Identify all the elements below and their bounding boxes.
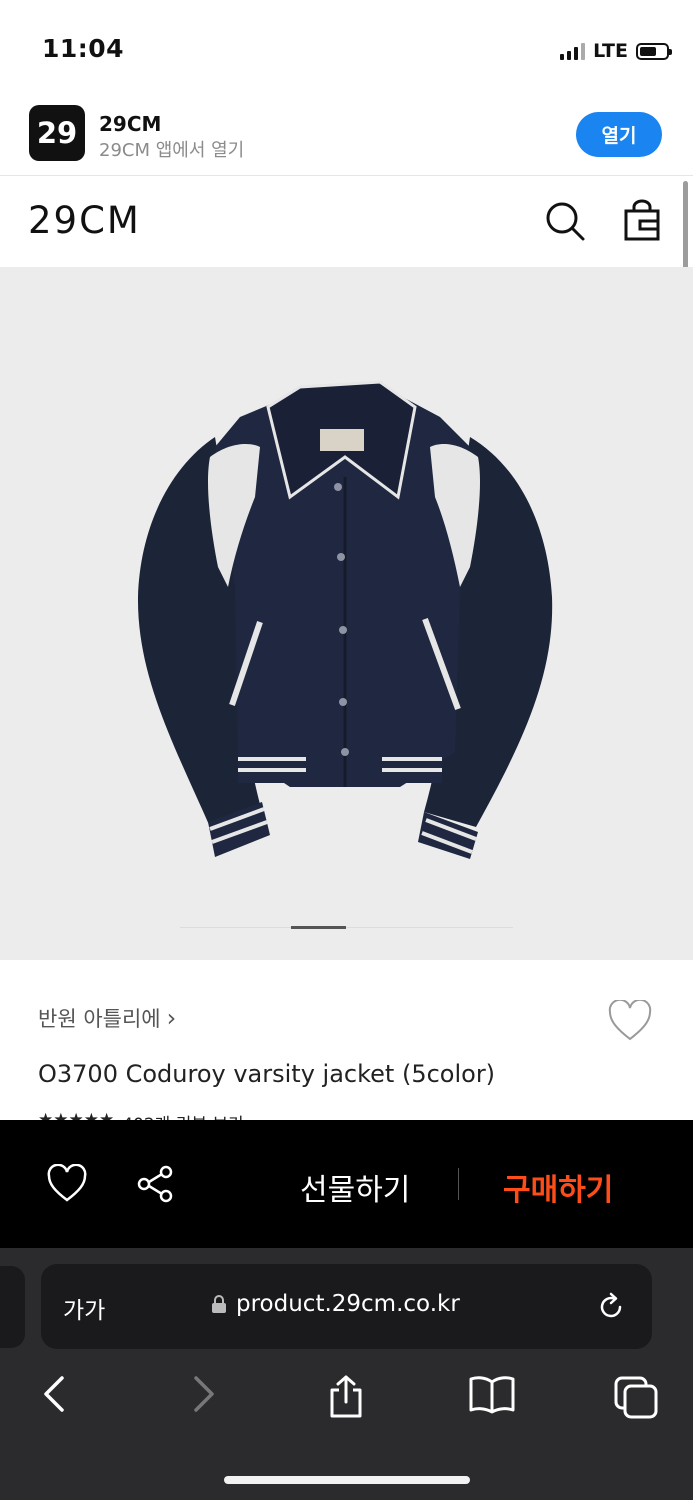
- status-time: 11:04: [42, 34, 125, 63]
- share-icon[interactable]: [136, 1164, 176, 1204]
- url-display[interactable]: product.29cm.co.kr: [211, 1291, 460, 1317]
- product-photo: [137, 380, 553, 859]
- home-indicator[interactable]: [224, 1476, 470, 1484]
- open-app-button[interactable]: 열기: [576, 112, 662, 157]
- heart-icon[interactable]: [607, 1000, 653, 1042]
- brand-name: 반원 아틀리에: [38, 1007, 161, 1031]
- chevron-right-icon: ›: [166, 1004, 177, 1032]
- rating-stars: ★★★★★: [38, 1110, 115, 1120]
- network-label: LTE: [593, 40, 628, 62]
- forward-icon[interactable]: [186, 1374, 220, 1414]
- review-count: 402개 리뷰 보기: [122, 1110, 243, 1120]
- share-icon[interactable]: [326, 1374, 366, 1420]
- browser-nav-row: [0, 1374, 693, 1424]
- brand-link[interactable]: 반원 아틀리에 ›: [38, 1003, 176, 1033]
- battery-icon: [636, 42, 672, 60]
- divider: [458, 1168, 459, 1200]
- site-logo[interactable]: 29CM: [28, 199, 141, 242]
- shopping-bag-icon[interactable]: [620, 199, 664, 243]
- heart-icon[interactable]: [46, 1164, 88, 1204]
- reload-icon[interactable]: [594, 1290, 628, 1324]
- url-text: product.29cm.co.kr: [236, 1291, 460, 1317]
- back-icon[interactable]: [38, 1374, 72, 1414]
- signal-icon: [560, 42, 586, 60]
- buy-button[interactable]: 구매하기: [503, 1165, 613, 1209]
- carousel-indicator: [180, 926, 513, 930]
- status-indicators: LTE: [560, 40, 672, 62]
- app-logo: 29: [29, 105, 85, 161]
- product-info: 반원 아틀리에 › O3700 Coduroy varsity jacket (…: [0, 960, 693, 1120]
- product-image-carousel[interactable]: [0, 267, 693, 960]
- gift-button[interactable]: 선물하기: [300, 1165, 410, 1209]
- bookmarks-icon[interactable]: [467, 1374, 517, 1414]
- lock-icon: [212, 1295, 226, 1313]
- purchase-action-bar: 선물하기 구매하기: [0, 1120, 693, 1248]
- product-title: O3700 Coduroy varsity jacket (5color): [38, 1060, 496, 1088]
- rating-summary[interactable]: ★★★★★ 402개 리뷰 보기: [38, 1110, 244, 1120]
- app-install-banner: 29 29CM 29CM 앱에서 열기 열기: [0, 100, 693, 176]
- app-banner-subtitle: 29CM 앱에서 열기: [99, 140, 245, 161]
- browser-toolbar: 가가 product.29cm.co.kr: [0, 1248, 693, 1500]
- status-bar: 11:04 LTE: [0, 0, 693, 100]
- tabs-icon[interactable]: [612, 1374, 660, 1420]
- previous-tab-preview[interactable]: [0, 1266, 25, 1348]
- app-banner-title: 29CM: [99, 112, 162, 136]
- page-settings-button[interactable]: 가가: [63, 1291, 105, 1325]
- search-icon[interactable]: [543, 199, 587, 243]
- address-bar[interactable]: 가가 product.29cm.co.kr: [41, 1264, 652, 1349]
- site-header: 29CM: [0, 177, 693, 267]
